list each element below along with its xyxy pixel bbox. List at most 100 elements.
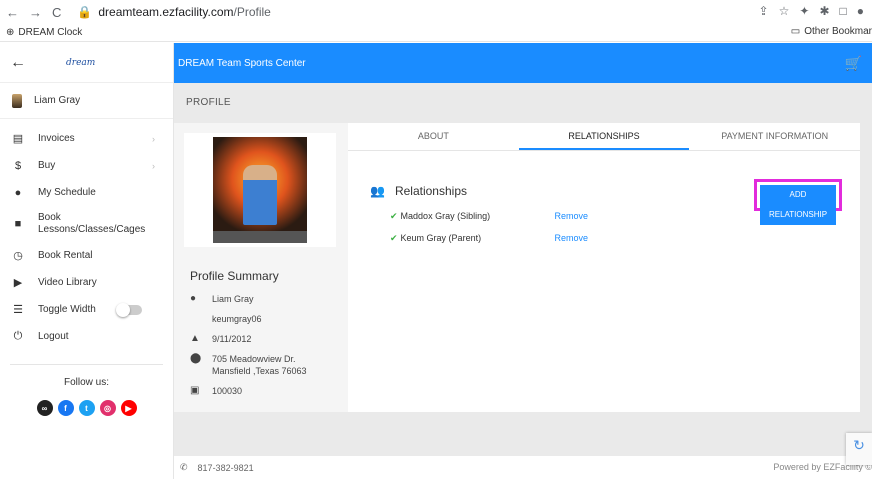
top-bar: DREAM Team Sports Center 🛒: [174, 43, 872, 83]
url-path: /Profile: [233, 5, 271, 19]
sidebar-item-logout[interactable]: ⏻ Logout: [0, 323, 173, 350]
player-figure: [243, 165, 277, 225]
browser-nav: ← → C: [0, 5, 61, 20]
sidebar-item-buy[interactable]: $ Buy ›: [0, 152, 173, 179]
summary-address-row: ⬤ 705 Meadowview Dr. Mansfield ,Texas 7606…: [190, 353, 307, 377]
reload-icon[interactable]: C: [52, 5, 61, 20]
phone-icon: ✆: [180, 462, 188, 472]
sidebar-item-label: Video Library: [38, 277, 97, 288]
sidebar-item-book-lessons[interactable]: ■ Book Lessons/Classes/Cages: [0, 206, 173, 242]
summary-member-id-row: ▣ 100030: [190, 385, 242, 397]
browser-actions: ⇪ ☆ ✦ ✱ □ ●: [759, 4, 864, 18]
tab-about[interactable]: ABOUT: [348, 123, 519, 150]
remove-relationship-link[interactable]: Remove: [555, 211, 589, 222]
sidebar-menu: ▤ Invoices › $ Buy › ● My Schedule ■ Book Less…: [0, 119, 173, 350]
relationships-header: 👥 Relationships: [370, 184, 467, 198]
twitter-icon[interactable]: t: [78, 400, 95, 416]
url-host: dreamteam.ezfacility.com: [98, 5, 234, 19]
user-name: Liam Gray: [34, 95, 81, 106]
profile-detail-card: ABOUT RELATIONSHIPS PAYMENT INFORMATION …: [348, 123, 860, 412]
dollar-icon: $: [14, 159, 22, 172]
sidebar: ← dream Liam Gray ▤ Invoices › $ Buy › ● My S…: [0, 43, 174, 479]
id-card-icon: ▣: [190, 385, 200, 396]
sidepanel-icon[interactable]: □: [840, 4, 847, 18]
toggle-width-switch[interactable]: [115, 302, 142, 317]
summary-dob-row: ▲ 9/11/2012: [190, 333, 251, 345]
summary-dob: 9/11/2012: [212, 334, 252, 344]
person-icon: ●: [14, 186, 22, 199]
sidebar-item-book-rental[interactable]: ◷ Book Rental: [0, 242, 173, 269]
summary-username-row: keumgray06: [190, 313, 262, 325]
forward-arrow-icon[interactable]: →: [29, 5, 42, 20]
relationship-name: Maddox Gray (Sibling): [400, 211, 491, 221]
toggle-width-icon: ☰: [13, 304, 23, 316]
tab-payment-information[interactable]: PAYMENT INFORMATION: [689, 123, 860, 150]
extension-icon[interactable]: ✦: [799, 4, 809, 18]
sidebar-item-label: Buy: [38, 160, 56, 171]
sidebar-header: ← dream: [0, 43, 173, 83]
sidebar-item-label: Book Lessons/Classes/Cages: [38, 212, 146, 235]
bookmarks-bar: ⊕ DREAM Clock ▭ Other Bookmar: [0, 24, 872, 42]
sidebar-item-my-schedule[interactable]: ● My Schedule: [0, 179, 173, 206]
summary-address-line1: 705 Meadowview Dr.: [212, 354, 296, 364]
cart-icon[interactable]: 🛒: [845, 55, 862, 72]
follow-section: Follow us: ∞ f t ◎ ▶: [10, 364, 163, 416]
star-icon[interactable]: ☆: [779, 4, 790, 18]
photo-caption-bar: [213, 231, 307, 243]
bookmark-dream-clock[interactable]: DREAM Clock: [18, 27, 82, 38]
remove-relationship-link[interactable]: Remove: [555, 233, 589, 244]
user-profile-row[interactable]: Liam Gray: [0, 83, 173, 119]
location-pin-icon: ⬤: [190, 353, 202, 364]
address-bar[interactable]: 🔒 dreamteam.ezfacility.com/Profile: [77, 5, 270, 19]
profile-photo-image: [213, 137, 307, 243]
sidebar-item-label: Book Rental: [38, 250, 93, 261]
follow-label: Follow us:: [63, 377, 109, 388]
globe-icon: ⊕: [6, 27, 15, 38]
lock-icon: 🔒: [77, 5, 93, 19]
back-arrow-icon[interactable]: ←: [6, 5, 19, 20]
timer-icon: ◷: [13, 250, 23, 262]
social-links: ∞ f t ◎ ▶: [10, 400, 163, 416]
other-bookmarks[interactable]: ▭ Other Bookmar: [791, 26, 872, 37]
avatar: [12, 93, 22, 108]
recaptcha-badge[interactable]: ↻: [846, 433, 872, 465]
logo: dream: [66, 57, 96, 68]
summary-name: Liam Gray: [212, 294, 254, 304]
chevron-right-icon: ›: [152, 133, 155, 144]
browser-toolbar: ← → C 🔒 dreamteam.ezfacility.com/Profile…: [0, 0, 872, 24]
vimeo-icon[interactable]: ∞: [36, 400, 53, 416]
summary-name-row: ● Liam Gray: [190, 293, 254, 305]
puzzle-icon[interactable]: ✱: [819, 4, 829, 18]
relationships-title: Relationships: [394, 184, 467, 198]
video-icon: ▶: [13, 277, 23, 289]
facebook-icon[interactable]: f: [57, 400, 74, 416]
back-arrow-icon[interactable]: ←: [10, 54, 26, 72]
sidebar-item-invoices[interactable]: ▤ Invoices ›: [0, 125, 173, 152]
add-relationship-button[interactable]: ADD RELATIONSHIP: [760, 185, 836, 225]
footer-phone: 817-382-9821: [197, 462, 254, 473]
share-icon[interactable]: ⇪: [759, 4, 769, 18]
profile-icon[interactable]: ●: [857, 4, 864, 18]
sidebar-item-label: Toggle Width: [38, 304, 96, 315]
profile-photo: [184, 133, 336, 247]
profile-tabs: ABOUT RELATIONSHIPS PAYMENT INFORMATION: [348, 123, 860, 151]
youtube-icon[interactable]: ▶: [120, 400, 137, 416]
person-icon: ●: [190, 293, 197, 304]
sidebar-item-toggle-width[interactable]: ☰ Toggle Width: [0, 296, 173, 323]
main-content: PROFILE Profile Summary ● Liam Gray keumg…: [174, 83, 872, 456]
sidebar-item-video-library[interactable]: ▶ Video Library: [0, 269, 173, 296]
instagram-icon[interactable]: ◎: [99, 400, 116, 416]
power-icon: ⏻: [13, 330, 23, 342]
tab-relationships[interactable]: RELATIONSHIPS: [518, 123, 690, 150]
invoice-icon: ▤: [12, 133, 24, 145]
cake-icon: ▲: [190, 333, 200, 344]
summary-address-line2: Mansfield ,Texas 76063: [212, 366, 307, 376]
footer: ✆ 817-382-9821 Powered by EZFacility ©: [174, 456, 872, 479]
relationship-name: Keum Gray (Parent): [400, 233, 482, 243]
relationship-row: ✔ Maddox Gray (Sibling) Remove: [390, 211, 588, 222]
profile-summary-card: Profile Summary ● Liam Gray keumgray06 ▲ 9…: [174, 123, 348, 412]
sidebar-item-label: My Schedule: [38, 187, 96, 198]
check-circle-icon: ✔: [390, 233, 398, 243]
people-icon: 👥: [370, 184, 385, 198]
profile-summary-title: Profile Summary: [190, 269, 279, 283]
